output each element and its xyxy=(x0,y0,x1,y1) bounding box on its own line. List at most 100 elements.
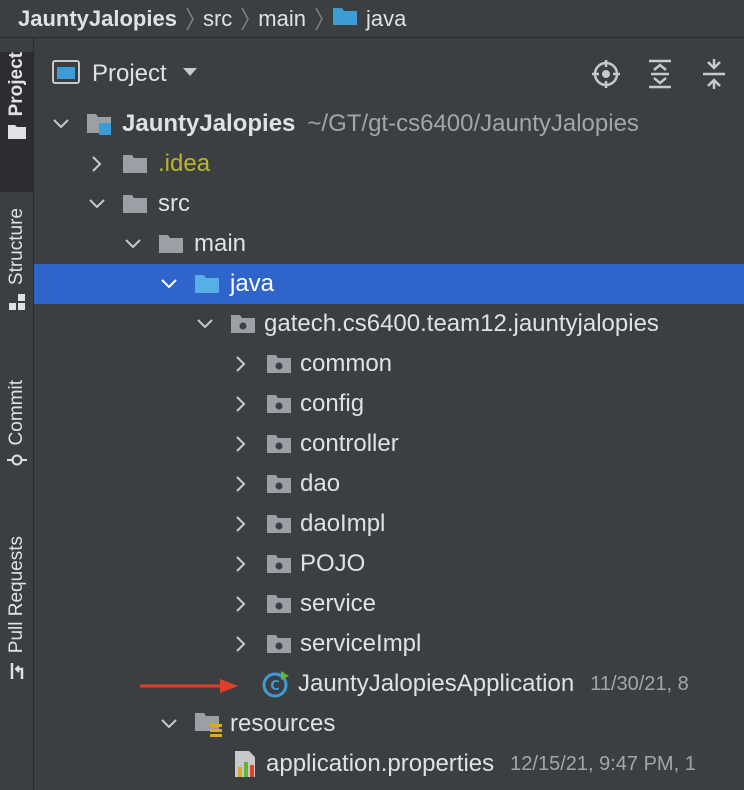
tree-row-root[interactable]: JauntyJalopies ~/GT/gt-cs6400/JauntyJalo… xyxy=(34,104,744,144)
tree-row-main[interactable]: main xyxy=(34,224,744,264)
tree-row-subpackage[interactable]: controller xyxy=(34,424,744,464)
package-icon xyxy=(266,394,292,414)
tree-row-subpackage[interactable]: config xyxy=(34,384,744,424)
tree-row-subpackage[interactable]: daoImpl xyxy=(34,504,744,544)
chevron-right-icon[interactable] xyxy=(232,395,250,413)
chevron-down-icon[interactable] xyxy=(196,315,214,333)
folder-icon xyxy=(122,154,148,174)
chevron-right-icon[interactable] xyxy=(88,155,106,173)
chevron-right-icon[interactable] xyxy=(232,435,250,453)
subpackage-label: common xyxy=(300,350,393,377)
tree-row-subpackage[interactable]: serviceImpl xyxy=(34,624,744,664)
subpackage-label: dao xyxy=(300,470,341,497)
tree-row-src[interactable]: src xyxy=(34,184,744,224)
folder-icon xyxy=(7,124,27,145)
package-icon xyxy=(266,634,292,654)
properties-file-icon xyxy=(232,750,260,778)
package-label: gatech.cs6400.team12.jauntyjalopies xyxy=(264,310,659,337)
root-label: JauntyJalopies xyxy=(122,110,296,137)
chevron-down-icon[interactable] xyxy=(124,235,142,253)
chevron-right-icon[interactable] xyxy=(232,635,250,653)
tab-project-label: Project xyxy=(6,52,27,117)
panel-title[interactable]: Project xyxy=(92,60,167,88)
chevron-right-icon[interactable] xyxy=(232,515,250,533)
tab-commit-label: Commit xyxy=(6,380,27,446)
breadcrumb-item-project[interactable]: JauntyJalopies xyxy=(18,6,177,32)
subpackage-label: daoImpl xyxy=(300,510,386,537)
tree-row-idea[interactable]: .idea xyxy=(34,144,744,184)
project-view-icon xyxy=(52,59,80,89)
spring-boot-class-icon: C xyxy=(262,670,290,698)
breadcrumb-item-java[interactable]: java xyxy=(332,6,406,32)
chevron-down-icon[interactable] xyxy=(160,715,178,733)
folder-icon xyxy=(158,234,184,254)
package-icon xyxy=(266,434,292,454)
package-icon xyxy=(266,514,292,534)
commit-icon xyxy=(7,453,27,472)
subpackage-label: serviceImpl xyxy=(300,630,422,657)
subpackage-label: controller xyxy=(300,430,399,457)
properties-file-label: application.properties xyxy=(266,750,495,777)
source-folder-icon xyxy=(332,6,358,32)
tab-project[interactable]: Project xyxy=(0,52,34,192)
chevron-right-icon[interactable] xyxy=(232,555,250,573)
main-label: main xyxy=(194,230,247,257)
tool-window-stripe: Project Structure Commit Pull Requests xyxy=(0,38,34,790)
pull-request-icon xyxy=(8,661,26,686)
package-icon xyxy=(266,554,292,574)
subpackage-label: service xyxy=(300,590,377,617)
collapse-all-icon[interactable] xyxy=(698,58,730,90)
package-icon xyxy=(266,594,292,614)
tab-structure-label: Structure xyxy=(6,208,27,286)
breadcrumb-item-main[interactable]: main xyxy=(258,6,306,32)
package-icon xyxy=(230,314,256,334)
tab-pull-requests-label: Pull Requests xyxy=(6,536,27,654)
tree-row-subpackage[interactable]: dao xyxy=(34,464,744,504)
package-icon xyxy=(266,474,292,494)
java-label: java xyxy=(230,270,275,297)
tree-row-package[interactable]: gatech.cs6400.team12.jauntyjalopies xyxy=(34,304,744,344)
locate-icon[interactable] xyxy=(590,58,622,90)
tree-row-subpackage[interactable]: common xyxy=(34,344,744,384)
tab-structure[interactable]: Structure xyxy=(0,208,34,343)
tree-row-properties-file[interactable]: application.properties 12/15/21, 9:47 PM… xyxy=(34,744,744,784)
subpackage-label: POJO xyxy=(300,550,366,577)
tree-row-subpackage[interactable]: service xyxy=(34,584,744,624)
resources-label: resources xyxy=(230,710,336,737)
chevron-right-icon xyxy=(232,0,258,38)
source-folder-icon xyxy=(194,274,220,294)
chevron-down-icon[interactable] xyxy=(52,115,70,133)
panel-toolbar xyxy=(590,58,730,90)
chevron-right-icon[interactable] xyxy=(232,475,250,493)
tab-pull-requests[interactable]: Pull Requests xyxy=(0,536,34,711)
root-path: ~/GT/gt-cs6400/JauntyJalopies xyxy=(307,110,639,137)
breadcrumb-item-src[interactable]: src xyxy=(203,6,232,32)
chevron-right-icon[interactable] xyxy=(232,355,250,373)
idea-label: .idea xyxy=(158,150,211,177)
application-class-label: JauntyJalopiesApplication xyxy=(298,670,575,697)
src-label: src xyxy=(158,190,190,217)
chevron-down-icon[interactable] xyxy=(160,275,178,293)
svg-text:C: C xyxy=(270,679,280,694)
structure-icon xyxy=(8,293,26,316)
module-folder-icon xyxy=(86,112,112,136)
package-icon xyxy=(266,354,292,374)
application-class-date: 11/30/21, 8 xyxy=(590,672,689,695)
tree-row-java[interactable]: java xyxy=(34,264,744,304)
subpackage-label: config xyxy=(300,390,365,417)
properties-file-date: 12/15/21, 9:47 PM, 1 xyxy=(510,752,696,775)
breadcrumb-java-label: java xyxy=(365,5,407,31)
chevron-down-icon[interactable] xyxy=(88,195,106,213)
chevron-right-icon[interactable] xyxy=(232,595,250,613)
tab-commit[interactable]: Commit xyxy=(0,380,34,495)
annotation-arrow-icon xyxy=(140,679,238,693)
panel-header: Project xyxy=(34,38,744,110)
chevron-down-icon[interactable] xyxy=(181,65,199,83)
expand-all-icon[interactable] xyxy=(644,58,676,90)
tree-row-subpackage[interactable]: POJO xyxy=(34,544,744,584)
breadcrumb: JauntyJalopies src main java xyxy=(0,0,744,38)
folder-icon xyxy=(122,194,148,214)
chevron-right-icon xyxy=(177,0,203,38)
chevron-right-icon xyxy=(306,0,332,38)
tree-row-resources[interactable]: resources xyxy=(34,704,744,744)
